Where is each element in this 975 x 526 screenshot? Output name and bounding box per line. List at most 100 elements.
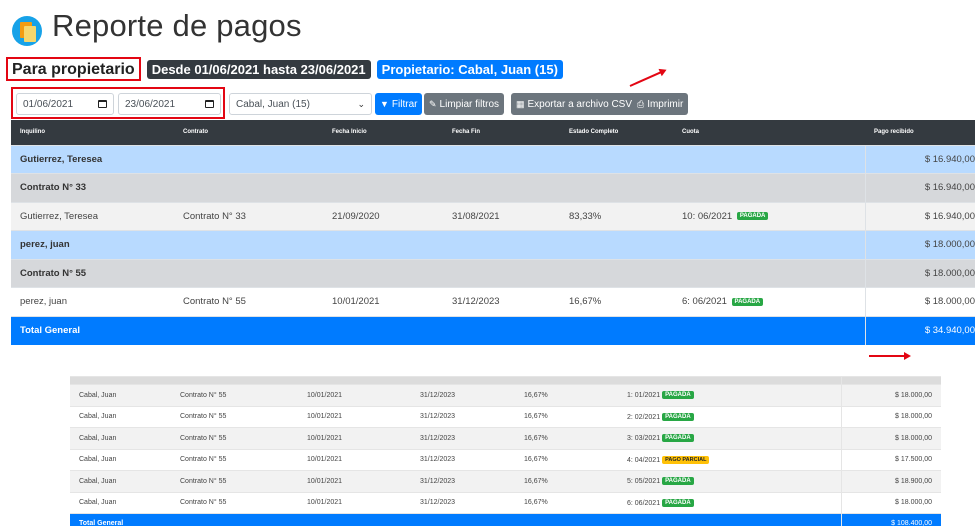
cell-amount: $ 18.000,00 [840, 491, 941, 514]
total-row: Total General $ 108.400,00 [70, 513, 941, 526]
cell-progress: 16,67% [515, 491, 618, 514]
clear-filters-button[interactable]: ✎ Limpiar filtros [424, 93, 505, 115]
table-row: Cabal, Juan Contrato N° 55 10/01/2021 31… [70, 384, 941, 406]
cuota-text: 10: 06/2021 [682, 210, 733, 222]
table-row: Cabal, Juan Contrato N° 55 10/01/2021 31… [70, 405, 941, 428]
tenant-group-name: perez, juan [11, 230, 865, 259]
cell-tenant: perez, juan [11, 287, 174, 316]
col-header[interactable]: Cuota [673, 120, 865, 145]
app-logo-icon [12, 16, 42, 46]
owner-badge: Propietario: Cabal, Juan (15) [376, 59, 563, 79]
col-header[interactable]: Fecha Fin [443, 120, 560, 145]
for-owner-label: Para propietario [6, 57, 141, 81]
cell-contract: Contrato N° 55 [171, 427, 298, 449]
detail-header-row [70, 376, 941, 385]
cuota-text: 6: 06/2021 [682, 296, 727, 308]
calendar-icon[interactable] [205, 100, 214, 108]
filter-button[interactable]: ▼ Filtrar [375, 93, 423, 115]
contract-group-name: Contrato N° 33 [11, 173, 865, 202]
owner-select-value: Cabal, Juan (15) [236, 98, 310, 110]
owner-select[interactable]: Cabal, Juan (15) ⌄ [229, 93, 372, 115]
date-to-value: 23/06/2021 [125, 98, 176, 110]
cell-start: 10/01/2021 [298, 384, 411, 406]
page: Reporte de pagos Para propietario Desde … [0, 0, 975, 526]
print-label: Imprimir [647, 98, 684, 110]
tenant-group-name: Gutierrez, Teresea [11, 144, 865, 174]
eraser-icon: ✎ [429, 98, 437, 109]
cell-progress: 83,33% [560, 201, 673, 231]
annotation-arrow [869, 352, 911, 360]
cuota-text: 4: 04/2021 [627, 456, 661, 464]
cell-progress: 16,67% [515, 470, 618, 492]
total-amount: $ 34.940,00 [864, 315, 975, 345]
status-badge: PAGO PARCIAL [662, 455, 710, 464]
detail-payments-table: Cabal, Juan Contrato N° 55 10/01/2021 31… [70, 376, 941, 526]
filter-button-label: Filtrar [391, 98, 418, 110]
annotation-arrow [629, 69, 666, 87]
cell-start: 10/01/2021 [298, 427, 411, 449]
table-row: Cabal, Juan Contrato N° 55 10/01/2021 31… [70, 448, 941, 471]
cell-start: 10/01/2021 [298, 448, 411, 471]
cell-start: 10/01/2021 [298, 405, 411, 428]
calendar-icon[interactable] [98, 100, 107, 108]
cell-end: 31/12/2023 [411, 470, 515, 492]
cell-cuota: 6: 06/2021 PAGADA [673, 287, 865, 316]
table-icon: ▦ [516, 98, 525, 109]
date-to-input[interactable]: 23/06/2021 [118, 93, 221, 115]
cell-cuota: 3: 03/2021 PAGADA [618, 427, 841, 449]
print-icon: ⎙ [637, 98, 645, 109]
table-row: Gutierrez, Teresea Contrato N° 33 21/09/… [11, 201, 975, 231]
col-header[interactable]: Fecha Inicio [323, 120, 443, 145]
col-header[interactable]: Contrato [174, 120, 323, 145]
clear-filters-label: Limpiar filtros [439, 98, 500, 110]
cell-cuota: 6: 06/2021 PAGADA [618, 491, 841, 514]
group-amount: $ 16.940,00 [864, 173, 975, 202]
group-amount: $ 16.940,00 [864, 144, 975, 174]
cell-end: 31/12/2023 [411, 448, 515, 471]
total-label: Total General [70, 513, 841, 526]
print-button[interactable]: ⎙ Imprimir [632, 93, 689, 115]
cell-amount: $ 16.940,00 [864, 201, 975, 231]
group-amount: $ 18.000,00 [864, 230, 975, 259]
total-row: Total General $ 34.940,00 [11, 315, 975, 345]
cell-progress: 16,67% [560, 287, 673, 316]
date-from-input[interactable]: 01/06/2021 [16, 93, 114, 115]
status-badge: PAGADA [662, 477, 694, 486]
cell-progress: 16,67% [515, 405, 618, 428]
cell-tenant: Cabal, Juan [70, 491, 171, 514]
cell-cuota: 5: 05/2021 PAGADA [618, 470, 841, 492]
cell-contract: Contrato N° 33 [174, 201, 323, 231]
cell-contract: Contrato N° 55 [171, 448, 298, 471]
cell-contract: Contrato N° 55 [171, 470, 298, 492]
contract-group-row: Contrato N° 55 $ 18.000,00 [11, 258, 975, 288]
cell-start: 21/09/2020 [323, 201, 443, 231]
status-badge: PAGADA [731, 297, 764, 306]
page-title: Reporte de pagos [52, 8, 302, 43]
cell-tenant: Cabal, Juan [70, 427, 171, 449]
payments-table: Inquilino Contrato Fecha Inicio Fecha Fi… [11, 120, 975, 345]
cell-tenant: Cabal, Juan [70, 405, 171, 428]
cell-cuota: 10: 06/2021 PAGADA [673, 201, 865, 231]
cell-start: 10/01/2021 [298, 470, 411, 492]
cell-amount: $ 18.000,00 [864, 287, 975, 316]
export-csv-button[interactable]: ▦ Exportar a archivo CSV [511, 93, 638, 115]
cuota-text: 5: 05/2021 [627, 478, 661, 486]
chevron-down-icon: ⌄ [357, 98, 365, 109]
cell-amount: $ 18.000,00 [840, 427, 941, 449]
col-header[interactable]: Estado Completo [560, 120, 673, 145]
cell-contract: Contrato N° 55 [171, 405, 298, 428]
col-header[interactable]: Pago recibido [865, 120, 975, 145]
cell-amount: $ 17.500,00 [840, 448, 941, 471]
cell-amount: $ 18.900,00 [840, 470, 941, 492]
filter-icon: ▼ [380, 99, 389, 109]
status-badge: PAGADA [662, 498, 694, 507]
total-label: Total General [11, 315, 865, 345]
cell-end: 31/12/2023 [443, 287, 560, 316]
report-subheader: Para propietario Desde 01/06/2021 hasta … [6, 57, 563, 81]
status-badge: PAGADA [662, 412, 694, 421]
cell-amount: $ 18.000,00 [840, 405, 941, 428]
status-badge: PAGADA [662, 434, 694, 443]
col-header[interactable]: Inquilino [11, 120, 174, 145]
table-row: Cabal, Juan Contrato N° 55 10/01/2021 31… [70, 427, 941, 449]
cell-end: 31/12/2023 [411, 491, 515, 514]
